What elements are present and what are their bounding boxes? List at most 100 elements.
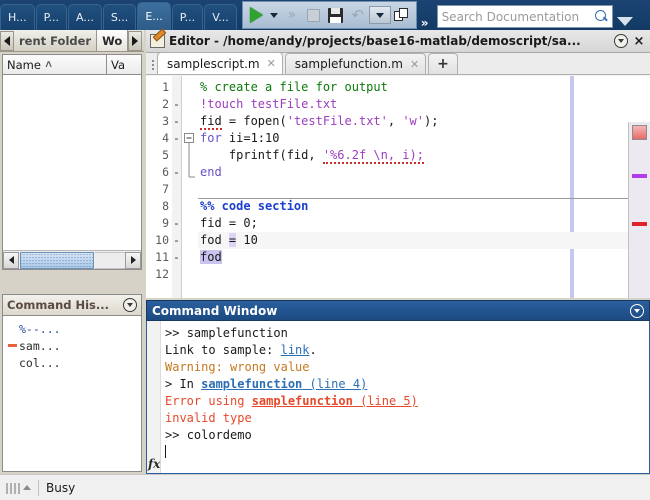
code-line[interactable]: %% code section — [198, 198, 650, 215]
ribbon-tab-editor[interactable]: E... — [137, 2, 171, 30]
output-hyperlink[interactable]: samplefunction — [201, 377, 302, 391]
output-line: >> colordemo — [165, 427, 649, 444]
command-window-panel: Command Window fx >> samplefunction Link… — [146, 300, 650, 474]
column-header-value[interactable]: Va — [107, 55, 141, 74]
tab-label: rent Folder — [19, 33, 92, 48]
resize-grip-icon[interactable] — [6, 482, 22, 494]
ribbon-tab-shortcuts[interactable]: S... — [102, 4, 137, 30]
scroll-right-icon[interactable] — [128, 30, 143, 51]
run-advance-icon[interactable]: » — [281, 3, 303, 27]
toolbar-overflow-button[interactable]: » — [417, 16, 433, 30]
ribbon-tab-apps[interactable]: A... — [68, 4, 102, 30]
code-line[interactable]: for ii=1:10 — [198, 130, 650, 147]
main-toolbar: H... P... A... S... E... P... V... » ↶ »… — [0, 0, 650, 30]
line-number: 5 — [162, 148, 169, 162]
code-text-area[interactable]: % create a file for output !touch testFi… — [198, 76, 650, 298]
executable-marker: - — [173, 165, 180, 179]
scroll-left-icon[interactable] — [0, 30, 14, 51]
code-line[interactable]: % create a file for output — [198, 79, 650, 96]
command-history-list[interactable]: %--... sam... col... — [3, 316, 141, 371]
code-line[interactable]: fod — [198, 249, 650, 266]
editor-panel: Editor - /home/andy/projects/base16-matl… — [146, 30, 650, 330]
command-output-text[interactable]: >> samplefunction Link to sample: link. … — [161, 321, 649, 473]
save-icon[interactable] — [325, 3, 347, 27]
executable-marker: - — [173, 131, 180, 145]
ribbon-tab-label: H... — [8, 11, 27, 24]
list-item[interactable]: col... — [3, 354, 141, 371]
editor-scrollbar[interactable] — [628, 122, 650, 330]
ribbon-tab-plots[interactable]: P... — [35, 4, 67, 30]
workspace-table-body[interactable] — [3, 75, 141, 249]
scroll-left-icon[interactable] — [3, 251, 19, 269]
layout-dropdown-icon[interactable] — [368, 3, 391, 27]
scroll-marker[interactable] — [632, 222, 647, 226]
tab-current-folder[interactable]: rent Folder — [14, 30, 98, 51]
left-panel-tabstrip: rent Folder Wo — [0, 30, 144, 52]
workspace-horizontal-scrollbar[interactable] — [3, 250, 141, 269]
history-text: sam... — [19, 338, 61, 353]
close-icon[interactable]: ✕ — [410, 58, 419, 71]
code-line[interactable] — [198, 266, 650, 283]
column-header-name[interactable]: Name ∧ — [3, 55, 107, 74]
toolbar-expand-icon[interactable] — [616, 17, 633, 26]
search-documentation-input[interactable]: Search Documentation — [436, 5, 613, 28]
ribbon-tab-home[interactable]: H... — [0, 4, 35, 30]
panel-options-icon[interactable] — [630, 303, 644, 318]
run-icon[interactable] — [246, 3, 268, 27]
line-reference-link[interactable]: (line 4) — [302, 377, 368, 391]
breakpoint-gutter[interactable]: - - - - - - - — [172, 76, 182, 298]
scroll-marker[interactable] — [632, 174, 647, 178]
copy-window-icon[interactable] — [391, 3, 413, 27]
code-fold-gutter[interactable] — [182, 76, 198, 298]
fx-icon[interactable]: fx — [148, 457, 160, 471]
code-line[interactable]: fid = fopen('testFile.txt', 'w'); — [198, 113, 650, 130]
warning-text: Warning: wrong value — [165, 360, 310, 374]
command-history-panel: Command His... %--... sam... col... — [2, 294, 142, 472]
command-history-header: Command His... — [3, 295, 141, 316]
undo-icon[interactable]: ↶ — [347, 3, 369, 27]
code-line[interactable] — [198, 181, 650, 198]
output-hyperlink[interactable]: link — [281, 343, 310, 357]
code-line[interactable]: fod = 10 — [198, 232, 650, 249]
line-reference-link[interactable]: (line 5) — [353, 394, 418, 408]
editor-tab-samplefunction[interactable]: samplefunction.m ✕ — [284, 53, 427, 74]
tab-workspace[interactable]: Wo — [97, 30, 129, 51]
scroll-right-icon[interactable] — [125, 251, 141, 269]
drag-handle-icon[interactable] — [148, 56, 157, 74]
code-line[interactable]: end — [198, 164, 650, 181]
code-line[interactable]: !touch testFile.txt — [198, 96, 650, 113]
list-item[interactable]: %--... — [3, 320, 141, 337]
code-analyzer-status-icon[interactable] — [632, 125, 647, 140]
ribbon-tab-label: P... — [43, 11, 59, 24]
workspace-table-header: Name ∧ Va — [3, 55, 141, 75]
ribbon-tabstrip: H... P... A... S... E... P... V... — [0, 0, 238, 30]
panel-options-icon[interactable] — [123, 298, 137, 312]
line-number: 12 — [155, 267, 169, 281]
panel-options-icon[interactable] — [614, 34, 628, 48]
command-input-line[interactable] — [165, 444, 649, 461]
panel-title: Command Window — [152, 303, 278, 318]
close-icon[interactable]: ✕ — [267, 57, 276, 70]
new-tab-button[interactable]: + — [428, 53, 458, 74]
scrollbar-thumb[interactable] — [20, 251, 94, 269]
command-prompt-gutter: fx — [147, 321, 161, 473]
tab-label: samplefunction.m — [294, 57, 403, 71]
close-icon[interactable]: × — [632, 34, 646, 49]
output-line: >> samplefunction — [165, 325, 649, 342]
stop-icon[interactable] — [303, 3, 325, 27]
code-line[interactable]: fid = 0; — [198, 215, 650, 232]
ribbon-tab-view[interactable]: V... — [204, 4, 237, 30]
quick-access-toolbar: » ↶ — [241, 1, 417, 29]
scrollbar-track[interactable] — [95, 251, 125, 269]
list-item[interactable]: sam... — [3, 337, 141, 354]
editor-tab-samplescript[interactable]: samplescript.m ✕ — [157, 52, 283, 74]
output-line: Link to sample: link. — [165, 342, 649, 359]
fold-bracket-icon[interactable] — [182, 79, 198, 279]
command-window-body[interactable]: fx >> samplefunction Link to sample: lin… — [146, 321, 650, 474]
status-expand-icon[interactable] — [23, 485, 31, 490]
chevron-down-icon[interactable] — [268, 3, 281, 27]
output-hyperlink[interactable]: samplefunction — [252, 394, 353, 408]
ribbon-tab-publish[interactable]: P... — [171, 4, 204, 30]
line-number: 9 — [162, 216, 169, 230]
code-line[interactable]: fprintf(fid, '%6.2f \n, i); — [198, 147, 650, 164]
